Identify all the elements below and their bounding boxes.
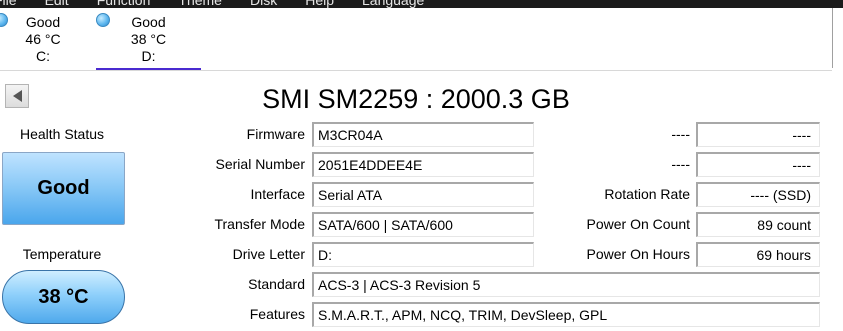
- standard-label: Standard: [248, 276, 305, 292]
- menu-bar: File Edit Function Theme Disk Help Langu…: [0, 0, 843, 8]
- drive-status: Good: [25, 14, 61, 30]
- power-on-hours-value: 69 hours: [696, 242, 820, 267]
- drive-selector-bar: Good 46 °C C: Good 38 °C D:: [0, 8, 832, 71]
- features-label: Features: [249, 306, 305, 322]
- drive-status: Good: [131, 14, 166, 30]
- unknown-value-1: ----: [696, 122, 820, 147]
- power-on-hours-label: Power On Hours: [586, 246, 690, 262]
- drive-temperature: 38 °C: [130, 31, 167, 47]
- unknown-value-2: ----: [696, 152, 820, 177]
- power-on-count-value: 89 count: [696, 212, 820, 237]
- drive-letter: C:: [36, 48, 50, 64]
- rotation-rate-value: ---- (SSD): [696, 182, 820, 207]
- drive-tab-d[interactable]: Good 38 °C D:: [96, 8, 201, 70]
- unknown-label-1: ----: [671, 126, 690, 142]
- menu-file[interactable]: File: [0, 0, 17, 8]
- menu-edit[interactable]: Edit: [45, 0, 69, 8]
- drive-letter: D:: [141, 48, 156, 64]
- rotation-rate-label: Rotation Rate: [604, 186, 690, 202]
- standard-value: ACS-3 | ACS-3 Revision 5: [312, 272, 820, 297]
- menu-language[interactable]: Language: [362, 0, 424, 8]
- menu-disk[interactable]: Disk: [250, 0, 277, 8]
- menu-help[interactable]: Help: [305, 0, 334, 8]
- power-on-count-label: Power On Count: [586, 216, 691, 232]
- menu-function[interactable]: Function: [97, 0, 151, 8]
- drive-tab-c[interactable]: Good 46 °C C:: [0, 8, 86, 70]
- menu-theme[interactable]: Theme: [178, 0, 222, 8]
- features-value: S.M.A.R.T., APM, NCQ, TRIM, DevSleep, GP…: [312, 302, 820, 327]
- disk-title: SMI SM2259 : 2000.3 GB: [262, 84, 570, 114]
- window-edge: [832, 8, 843, 68]
- drive-temperature: 46 °C: [25, 31, 61, 47]
- active-tab-indicator: [96, 68, 201, 70]
- unknown-label-2: ----: [671, 156, 690, 172]
